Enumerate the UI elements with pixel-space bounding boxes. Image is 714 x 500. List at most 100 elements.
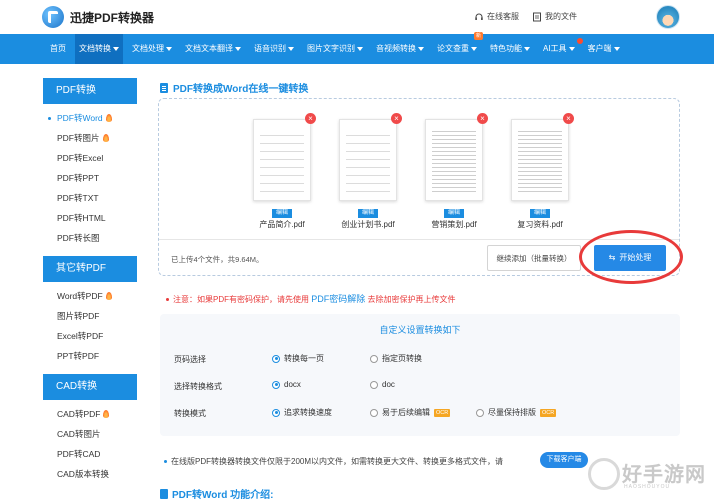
setting-label: 页码选择 bbox=[174, 355, 206, 364]
nav-item[interactable]: 音视频转换 bbox=[372, 34, 428, 64]
sidebar-item[interactable]: PDF转CAD bbox=[43, 444, 137, 464]
sidebar-item[interactable]: 图片转PDF bbox=[43, 306, 137, 326]
nav-item[interactable]: 文档处理 bbox=[128, 34, 176, 64]
sidebar-item[interactable]: PPT转PDF bbox=[43, 346, 137, 366]
file-name: 营销策划.pdf bbox=[431, 220, 477, 229]
sidebar-group-title: 其它转PDF bbox=[43, 256, 137, 282]
radio-option[interactable]: 转换每一页 bbox=[272, 353, 324, 364]
sidebar-item[interactable]: PDF转Excel bbox=[43, 148, 137, 168]
my-files-link[interactable]: 我的文件 bbox=[532, 11, 577, 22]
sidebar-item-label: PDF转图片 bbox=[57, 133, 100, 143]
chevron-down-icon bbox=[357, 46, 363, 51]
highlight-circle bbox=[579, 230, 683, 284]
sidebar-item[interactable]: Excel转PDF bbox=[43, 326, 137, 346]
nav-item[interactable]: 论文查重新 bbox=[433, 32, 483, 64]
avatar[interactable] bbox=[656, 5, 680, 29]
chevron-down-icon bbox=[568, 46, 575, 51]
sidebar-item[interactable]: CAD转图片 bbox=[43, 424, 137, 444]
nav-item[interactable]: AI工具 bbox=[539, 34, 583, 64]
nav-item-label: 文档转换 bbox=[79, 44, 111, 53]
pdf-password-removal-link[interactable]: PDF密码解除 bbox=[311, 294, 365, 304]
sidebar-group-title: PDF转换 bbox=[43, 78, 137, 104]
password-notice: 注意：如果PDF有密码保护，请先使用 PDF密码解除 去除加密保护再上传文件 bbox=[166, 292, 455, 305]
sidebar-item[interactable]: PDF转Word bbox=[43, 108, 137, 128]
sidebar-item-label: CAD转PDF bbox=[57, 409, 101, 419]
sidebar-item[interactable]: Word转PDF bbox=[43, 286, 137, 306]
file-name: 产品简介.pdf bbox=[259, 220, 305, 229]
tip-text: 在线版PDF转换器转换文件仅限于200M以内文件，如需转换更大文件、转换更多格式… bbox=[171, 457, 504, 466]
sidebar-item[interactable]: PDF转长图 bbox=[43, 228, 137, 248]
edit-file-button[interactable]: 编辑 bbox=[530, 209, 550, 218]
edit-file-button[interactable]: 编辑 bbox=[272, 209, 292, 218]
page-preview bbox=[260, 128, 304, 194]
conversion-settings: 自定义设置转换如下 页码选择 转换每一页 指定页转换 选择转换格式 docx doc 转换模… bbox=[160, 314, 680, 436]
intro-title-text: PDF转Word 功能介绍: bbox=[172, 490, 274, 500]
chevron-down-icon bbox=[418, 46, 424, 51]
radio-option-label: 追求转换速度 bbox=[284, 408, 332, 417]
bullet-icon bbox=[164, 460, 167, 464]
sidebar-item-label: Excel转PDF bbox=[57, 331, 104, 341]
sidebar-item-label: PDF转Word bbox=[57, 113, 103, 123]
brand-name[interactable]: 迅捷PDF转换器 bbox=[70, 9, 154, 26]
flame-icon bbox=[105, 292, 112, 300]
setting-label: 转换模式 bbox=[174, 409, 206, 418]
chevron-down-icon bbox=[113, 46, 119, 51]
sidebar-item[interactable]: CAD转PDF bbox=[43, 404, 137, 424]
delete-file-icon[interactable]: × bbox=[391, 113, 402, 124]
chevron-down-icon bbox=[166, 46, 172, 51]
delete-file-icon[interactable]: × bbox=[477, 113, 488, 124]
ocr-badge: OCR bbox=[540, 408, 557, 417]
nav-item[interactable]: 文档转换 bbox=[75, 34, 123, 64]
sidebar-item[interactable]: PDF转图片 bbox=[43, 128, 137, 148]
sidebar-item[interactable]: PDF转HTML bbox=[43, 208, 137, 228]
nav-item[interactable]: 特色功能 bbox=[486, 34, 534, 64]
download-client-button[interactable]: 下载客户端 bbox=[540, 452, 588, 468]
chevron-down-icon bbox=[235, 46, 241, 51]
setting-label: 选择转换格式 bbox=[174, 382, 222, 391]
nav-item[interactable]: 语音识别 bbox=[250, 34, 298, 64]
radio-option[interactable]: doc bbox=[370, 380, 395, 389]
edit-file-button[interactable]: 编辑 bbox=[444, 209, 464, 218]
radio-option-label: doc bbox=[382, 380, 395, 389]
file-thumbnail[interactable] bbox=[253, 119, 311, 201]
radio-option[interactable]: docx bbox=[272, 380, 301, 389]
delete-file-icon[interactable]: × bbox=[305, 113, 316, 124]
nav-item-label: 特色功能 bbox=[490, 44, 522, 53]
sidebar-item-label: PDF转Excel bbox=[57, 153, 104, 163]
sidebar-item[interactable]: CAD版本转换 bbox=[43, 464, 137, 484]
online-service-link[interactable]: 在线客服 bbox=[474, 11, 519, 22]
radio-option[interactable]: 指定页转换 bbox=[370, 353, 422, 364]
radio-circle-icon bbox=[370, 354, 378, 363]
size-limit-tip: 在线版PDF转换器转换文件仅限于200M以内文件，如需转换更大文件、转换更多格式… bbox=[164, 456, 503, 467]
chevron-down-icon bbox=[471, 46, 477, 51]
radio-option[interactable]: 追求转换速度 bbox=[272, 407, 332, 418]
radio-option-label: docx bbox=[284, 380, 301, 389]
logo-icon[interactable] bbox=[42, 6, 64, 28]
radio-option-label: 转换每一页 bbox=[284, 354, 324, 363]
nav-item[interactable]: 图片文字识别 bbox=[303, 34, 367, 64]
flame-icon bbox=[105, 114, 112, 122]
delete-file-icon[interactable]: × bbox=[563, 113, 574, 124]
file-thumbnail[interactable] bbox=[511, 119, 569, 201]
file-thumbnail[interactable] bbox=[339, 119, 397, 201]
sidebar-item-label: PPT转PDF bbox=[57, 351, 100, 361]
notice-prefix: 注意：如果PDF有密码保护，请先使用 bbox=[173, 295, 309, 304]
nav-item[interactable]: 客户端 bbox=[584, 34, 624, 64]
intro-title: PDF转Word 功能介绍: bbox=[160, 486, 273, 500]
radio-option[interactable]: 易于后续编辑 OCR bbox=[370, 407, 451, 418]
nav-item[interactable]: 首页 bbox=[46, 34, 70, 64]
add-files-button[interactable]: 继续添加（批量转换） bbox=[487, 245, 581, 271]
nav-item[interactable]: 文档文本翻译 bbox=[181, 34, 245, 64]
chevron-down-icon bbox=[288, 46, 294, 51]
file-thumbnail[interactable] bbox=[425, 119, 483, 201]
edit-file-button[interactable]: 编辑 bbox=[358, 209, 378, 218]
sidebar-item-label: PDF转TXT bbox=[57, 193, 99, 203]
sidebar-item[interactable]: PDF转TXT bbox=[43, 188, 137, 208]
sidebar-item[interactable]: PDF转PPT bbox=[43, 168, 137, 188]
nav-item-label: 客户端 bbox=[587, 44, 612, 53]
page-preview bbox=[346, 128, 390, 194]
page-preview bbox=[518, 128, 562, 194]
radio-option[interactable]: 尽量保持排版 OCR bbox=[476, 407, 557, 418]
radio-circle-icon bbox=[370, 408, 378, 417]
